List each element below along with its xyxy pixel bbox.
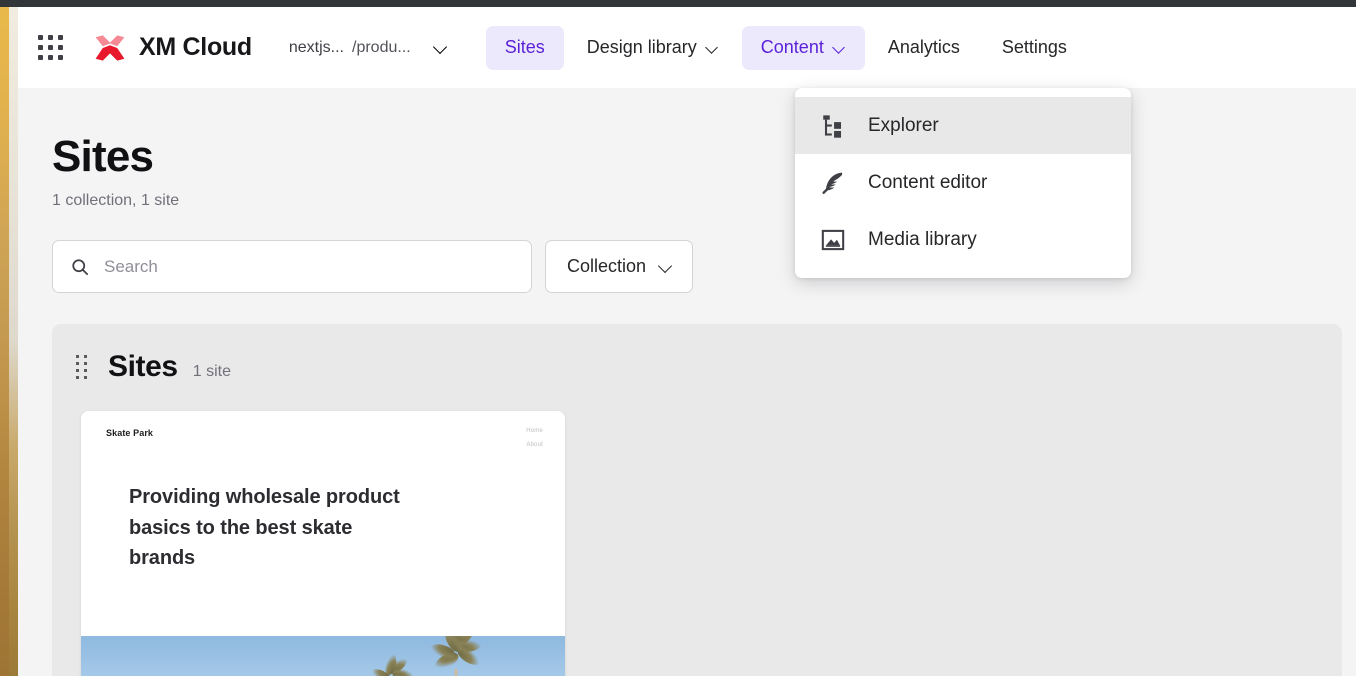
collection-filter-label: Collection xyxy=(567,256,647,277)
collection-count: 1 site xyxy=(192,363,231,381)
search-input[interactable] xyxy=(104,241,504,293)
nav-item-sites-label: Sites xyxy=(504,37,545,57)
chevron-down-icon xyxy=(834,42,846,54)
collection-header: Sites 1 site xyxy=(52,350,1342,384)
nav-item-analytics[interactable]: Analytics xyxy=(869,26,979,70)
palm-tree-1 xyxy=(329,636,355,676)
xm-cloud-app: XM Cloud nextjs... /produ... Sites Desig… xyxy=(0,0,1356,676)
menu-item-content-editor[interactable]: Content editor xyxy=(795,154,1131,211)
menu-item-media-library[interactable]: Media library xyxy=(795,211,1131,268)
preview-logo: Skate Park xyxy=(106,428,154,439)
preview-headline: Providing wholesale product basics to th… xyxy=(129,486,400,569)
collection-name: Sites xyxy=(108,350,178,384)
chevron-down-icon xyxy=(435,41,448,54)
content-dropdown-menu: Explorer Content editor Media library xyxy=(795,88,1131,278)
chevron-down-icon xyxy=(707,42,719,54)
sitecore-logo-icon xyxy=(95,34,125,61)
brand-home-link[interactable]: XM Cloud xyxy=(92,30,252,66)
menu-item-content-editor-label: Content editor xyxy=(868,171,988,193)
tree-explorer-icon xyxy=(823,114,842,138)
menu-item-explorer-label: Explorer xyxy=(868,114,939,136)
page-subtitle: 1 collection, 1 site xyxy=(52,192,180,210)
site-card-grid: Skate Park Home About Providing wholesal… xyxy=(52,384,1342,676)
main-nav: Sites Design library Content Analytics S… xyxy=(485,25,1086,70)
preview-nav-item-home: Home xyxy=(526,428,543,435)
search-box[interactable] xyxy=(52,240,532,294)
menu-item-media-library-label: Media library xyxy=(868,228,977,250)
site-card-preview: Skate Park Home About Providing wholesal… xyxy=(81,411,565,676)
preview-nav-item-about: About xyxy=(526,442,543,449)
menu-item-explorer[interactable]: Explorer xyxy=(795,97,1131,154)
filter-row: Collection xyxy=(18,210,1356,294)
switcher-environment: /produ... xyxy=(352,38,411,56)
page-title: Sites xyxy=(52,132,154,181)
palm-tree-2 xyxy=(369,636,414,676)
chevron-down-icon xyxy=(660,260,673,273)
background-edge-stripe-inner xyxy=(9,7,18,676)
nav-item-content-label: Content xyxy=(760,37,824,57)
nav-item-analytics-label: Analytics xyxy=(887,37,960,57)
switcher-tenant: nextjs... xyxy=(288,38,344,56)
image-frame-icon xyxy=(821,229,845,250)
palm-tree-3 xyxy=(428,636,484,676)
nav-item-settings[interactable]: Settings xyxy=(983,26,1086,70)
feather-quill-icon xyxy=(822,172,843,194)
nav-item-sites[interactable]: Sites xyxy=(485,25,564,70)
search-icon xyxy=(72,259,89,275)
brand-name: XM Cloud xyxy=(139,33,252,61)
top-navigation-bar: XM Cloud nextjs... /produ... Sites Desig… xyxy=(18,7,1356,88)
preview-photo-sky xyxy=(81,636,565,676)
site-card[interactable]: Skate Park Home About Providing wholesal… xyxy=(81,411,565,676)
drag-handle-icon[interactable] xyxy=(70,351,93,383)
page-body: Sites 1 collection, 1 site Collection xyxy=(18,88,1356,676)
browser-chrome-strip xyxy=(0,0,1356,7)
nav-item-settings-label: Settings xyxy=(1001,37,1067,57)
nav-item-content[interactable]: Content xyxy=(741,25,865,70)
collection-panel: Sites 1 site Skate Park Home About Provi… xyxy=(52,324,1342,676)
app-launcher-button[interactable] xyxy=(28,26,72,70)
preview-nav: Home About xyxy=(526,428,543,448)
page-header: Sites 1 collection, 1 site xyxy=(18,88,1356,210)
collection-filter-button[interactable]: Collection xyxy=(545,240,694,294)
background-edge-stripe xyxy=(0,7,9,676)
nav-item-design-library[interactable]: Design library xyxy=(568,26,738,70)
site-environment-switcher[interactable]: nextjs... /produ... xyxy=(281,28,456,68)
preview-photo-palms xyxy=(81,636,565,676)
nav-item-design-library-label: Design library xyxy=(586,37,697,57)
app-grid-icon xyxy=(37,35,63,60)
preview-header: Skate Park Home About xyxy=(81,411,565,448)
